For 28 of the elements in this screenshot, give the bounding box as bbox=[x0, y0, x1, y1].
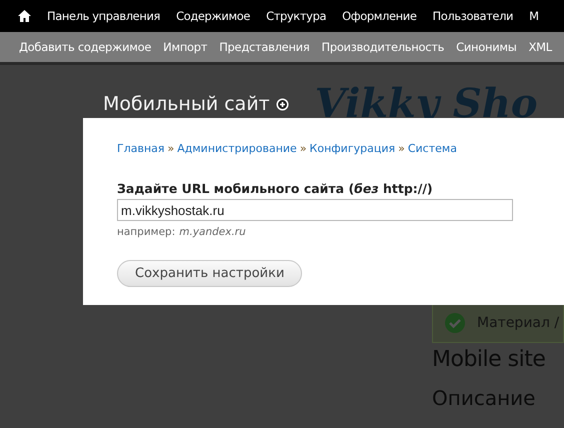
breadcrumb-separator: » bbox=[300, 142, 307, 155]
menu-item[interactable]: Структура bbox=[266, 9, 326, 23]
menu-item[interactable]: Содержимое bbox=[176, 9, 250, 23]
shortcut-link[interactable]: XML bbox=[528, 40, 552, 54]
shortcut-link[interactable]: Производительность bbox=[321, 40, 444, 54]
hint-text: например: bbox=[117, 226, 176, 238]
menu-item[interactable]: М bbox=[529, 9, 539, 23]
hint-example: m.yandex.ru bbox=[179, 226, 246, 238]
shortcut-link[interactable]: Представления bbox=[219, 40, 310, 54]
page-title: Мобильный сайт bbox=[103, 93, 270, 115]
breadcrumb-link[interactable]: Система bbox=[408, 142, 457, 155]
breadcrumb-separator: » bbox=[398, 142, 405, 155]
plus-circle-icon[interactable] bbox=[276, 98, 289, 110]
check-icon bbox=[445, 313, 465, 333]
shortcut-link[interactable]: Синонимы bbox=[456, 40, 517, 54]
menu-item[interactable]: Пользователи bbox=[432, 9, 514, 23]
breadcrumb-separator: » bbox=[168, 142, 174, 155]
url-input-field[interactable]: m.vikkyshostak.ru bbox=[117, 199, 513, 221]
breadcrumb-link[interactable]: Администрирование bbox=[177, 142, 297, 155]
breadcrumb-link[interactable]: Конфигурация bbox=[310, 142, 396, 155]
menu-item[interactable]: Панель управления bbox=[47, 9, 160, 23]
breadcrumb-link[interactable]: Главная bbox=[117, 142, 165, 155]
field-label: Задайте URL мобильного сайта (без http://) bbox=[117, 181, 434, 196]
shortcut-link[interactable]: Добавить содержимое bbox=[19, 40, 152, 54]
shortcut-link[interactable]: Импорт bbox=[163, 40, 208, 54]
save-button[interactable]: Сохранить настройки bbox=[117, 260, 302, 287]
home-icon[interactable] bbox=[18, 10, 31, 22]
menu-item[interactable]: Оформление bbox=[342, 9, 417, 23]
